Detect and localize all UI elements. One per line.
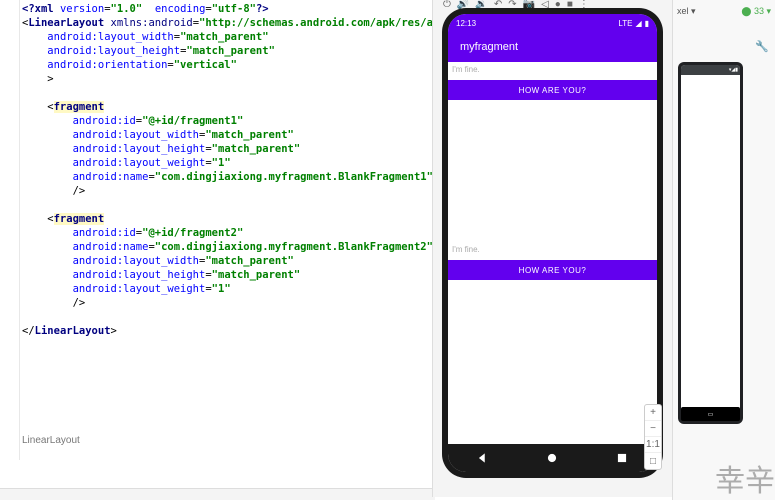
fragment1-area: I'm fine. HOW ARE YOU? — [448, 62, 657, 242]
mini-phone-preview[interactable]: ▾◢▮ ▭ — [678, 62, 743, 424]
app-title: myfragment — [460, 41, 518, 53]
zoom-box-button[interactable]: □ — [645, 453, 661, 469]
fragment2-text: I'm fine. — [452, 245, 480, 254]
code-editor[interactable]: <?xml version="1.0" encoding="utf-8"?> <… — [0, 0, 435, 460]
breadcrumb[interactable]: LinearLayout — [22, 435, 80, 446]
wrench-icon[interactable]: 🔧 — [755, 40, 769, 53]
preview-toolbar: xel ▾ ⬤ 33 ▾ — [673, 0, 775, 22]
fragment2-area: I'm fine. HOW ARE YOU? — [448, 242, 657, 422]
status-time: 12:13 — [456, 19, 476, 28]
editor-gutter — [0, 0, 20, 460]
bottom-separator — [0, 488, 435, 500]
nav-overview-icon[interactable] — [615, 451, 629, 465]
zoom-in-button[interactable]: + — [645, 405, 661, 421]
device-selector[interactable]: xel ▾ — [677, 6, 696, 17]
app-bar: myfragment — [448, 32, 657, 62]
code-content[interactable]: <?xml version="1.0" encoding="utf-8"?> <… — [22, 2, 477, 338]
zoom-controls: + − 1:1 □ — [644, 404, 662, 470]
system-nav-bar — [448, 444, 657, 472]
mini-status-bar: ▾◢▮ — [681, 65, 740, 75]
zoom-fit-button[interactable]: 1:1 — [645, 437, 661, 453]
fragment2-button[interactable]: HOW ARE YOU? — [448, 260, 657, 280]
phone-screen[interactable]: 12:13 LTE ◢ ▮ myfragment I'm fine. HOW A… — [448, 14, 657, 472]
api-selector[interactable]: ⬤ 33 ▾ — [741, 6, 771, 17]
mini-signal-icon: ▾◢▮ — [729, 67, 738, 73]
network-label: LTE — [618, 19, 632, 28]
phone-frame: 12:13 LTE ◢ ▮ myfragment I'm fine. HOW A… — [442, 8, 663, 478]
decoration-sticker: 幸辛 — [715, 456, 775, 500]
status-bar: 12:13 LTE ◢ ▮ — [448, 14, 657, 32]
layout-preview-pane: xel ▾ ⬤ 33 ▾ 🔧 ▾◢▮ ▭ — [672, 0, 775, 500]
emulator-panel: ⏻ 🔊 🔉 ↶ ↷ 📷 ◁ ● ■ ⋮ 12:13 LTE ◢ ▮ myfrag… — [432, 0, 672, 497]
nav-home-icon[interactable] — [545, 451, 559, 465]
fragment1-button[interactable]: HOW ARE YOU? — [448, 80, 657, 100]
mini-nav-bar: ▭ — [681, 407, 740, 421]
signal-icon: ◢ — [635, 19, 641, 28]
nav-back-icon[interactable] — [476, 451, 490, 465]
battery-icon: ▮ — [645, 19, 649, 28]
fragment1-text: I'm fine. — [452, 65, 480, 74]
zoom-out-button[interactable]: − — [645, 421, 661, 437]
power-icon[interactable]: ⏻ — [443, 0, 451, 10]
